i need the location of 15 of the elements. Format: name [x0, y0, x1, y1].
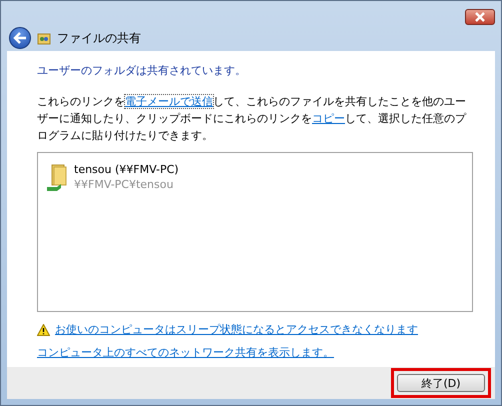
window-title: ファイルの共有	[57, 30, 141, 46]
warning-icon	[37, 324, 50, 336]
instruction-text: これらのリンクを電子メールで送信して、これらのファイルを共有したことを他のユーザーに通知したり、クリップボードにこれらのリンクを コピー して、選択した任意のプログラムに貼り付けたりできます。	[37, 94, 468, 144]
back-button[interactable]	[9, 27, 31, 49]
text-link[interactable]: 電子メールで送信	[125, 95, 213, 108]
close-button[interactable]	[465, 9, 495, 25]
share-name: tensou (¥¥FMV-PC)	[74, 163, 179, 176]
share-path: ¥¥FMV-PC¥tensou	[74, 178, 174, 191]
text-link[interactable]: コピー	[312, 112, 345, 125]
close-icon	[474, 12, 486, 22]
text-link[interactable]: コンピュータ上のすべてのネットワーク共有を表示します。	[37, 345, 334, 360]
back-arrow-icon	[13, 32, 27, 44]
text-link[interactable]: お使いのコンピュータはスリープ状態になるとアクセスできなくなります	[55, 322, 418, 337]
status-heading: ユーザーのフォルダは共有されています。	[37, 63, 247, 78]
finish-button[interactable]: 終了(D)	[397, 374, 485, 392]
